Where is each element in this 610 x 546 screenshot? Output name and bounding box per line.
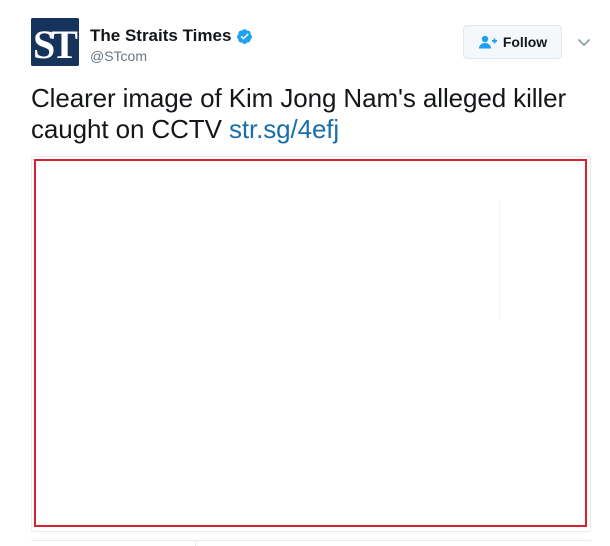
bottom-divider	[31, 540, 591, 541]
verified-badge-icon	[236, 28, 253, 45]
follow-button[interactable]: Follow	[463, 25, 562, 59]
media-divider	[499, 200, 500, 320]
follow-button-label: Follow	[502, 34, 548, 50]
account-handle[interactable]: @STcom	[90, 48, 147, 64]
straits-times-logo: ST	[31, 18, 79, 66]
bottom-divider-tick	[195, 540, 196, 546]
account-name-row: The Straits Times	[90, 26, 253, 46]
add-user-icon	[478, 35, 498, 49]
media-placeholder[interactable]	[34, 159, 587, 527]
tweet-text: Clearer image of Kim Jong Nam's alleged …	[31, 83, 606, 145]
avatar-logo-text: ST	[33, 22, 78, 66]
tweet-link[interactable]: str.sg/4efj	[229, 114, 339, 144]
avatar[interactable]: ST	[31, 18, 79, 66]
chevron-down-icon[interactable]	[575, 33, 593, 51]
display-name[interactable]: The Straits Times	[90, 26, 231, 46]
